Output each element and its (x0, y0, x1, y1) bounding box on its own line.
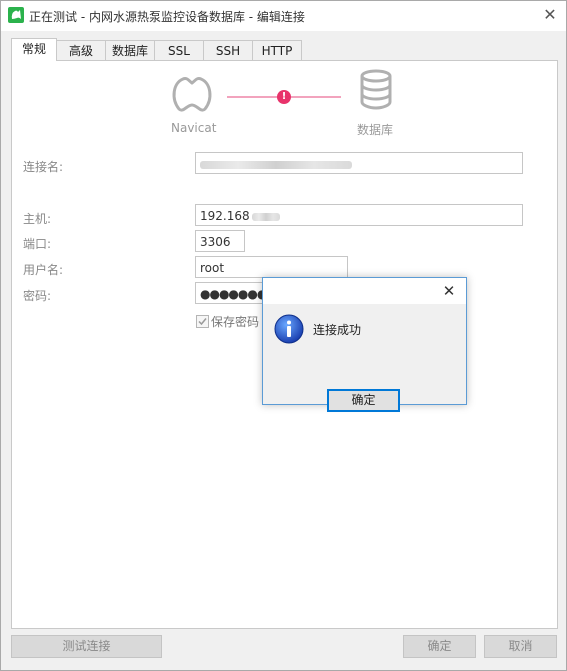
navicat-logo-icon (169, 69, 215, 115)
host-label: 主机: (23, 212, 52, 226)
navicat-app-icon (8, 7, 24, 23)
password-label: 密码: (23, 289, 52, 303)
ok-button[interactable]: 确定 (403, 635, 476, 658)
window-title: 正在测试 - 内网水源热泵监控设备数据库 - 编辑连接 (29, 10, 305, 24)
database-label: 数据库 (357, 123, 394, 137)
save-password-checkbox[interactable] (196, 315, 209, 328)
tab-ssh[interactable]: SSH (203, 40, 253, 61)
tab-http[interactable]: HTTP (252, 40, 302, 61)
tab-general[interactable]: 常规 (11, 38, 57, 61)
host-value: 192.168 (200, 209, 250, 223)
info-icon (274, 314, 304, 344)
redacted-text (200, 160, 352, 169)
save-password-label: 保存密码 (211, 315, 260, 329)
title-bar: 正在测试 - 内网水源热泵监控设备数据库 - 编辑连接 ✕ (1, 1, 566, 31)
port-label: 端口: (23, 237, 52, 251)
dialog-title-bar: ✕ (263, 278, 466, 304)
connection-success-dialog: ✕ 确定 连接成功 (262, 277, 467, 412)
username-input[interactable]: root (195, 256, 348, 278)
connection-name-label: 连接名: (23, 160, 64, 174)
window-close-icon[interactable]: ✕ (541, 6, 559, 24)
tab-advanced[interactable]: 高级 (56, 40, 106, 61)
tab-ssl[interactable]: SSL (154, 40, 204, 61)
cancel-button[interactable]: 取消 (484, 635, 557, 658)
navicat-label: Navicat (171, 121, 217, 135)
host-input[interactable]: 192.168 (195, 204, 523, 226)
connection-error-icon: ! (277, 90, 291, 104)
username-label: 用户名: (23, 263, 64, 277)
redacted-text (251, 212, 280, 221)
database-icon (359, 69, 393, 111)
dialog-ok-button[interactable]: 确定 (327, 389, 400, 412)
tab-databases[interactable]: 数据库 (105, 40, 155, 61)
test-connection-button[interactable]: 测试连接 (11, 635, 162, 658)
dialog-message: 连接成功 (313, 323, 362, 337)
connection-name-input[interactable] (195, 152, 523, 174)
port-input[interactable]: 3306 (195, 230, 245, 252)
dialog-close-icon[interactable]: ✕ (439, 281, 459, 301)
